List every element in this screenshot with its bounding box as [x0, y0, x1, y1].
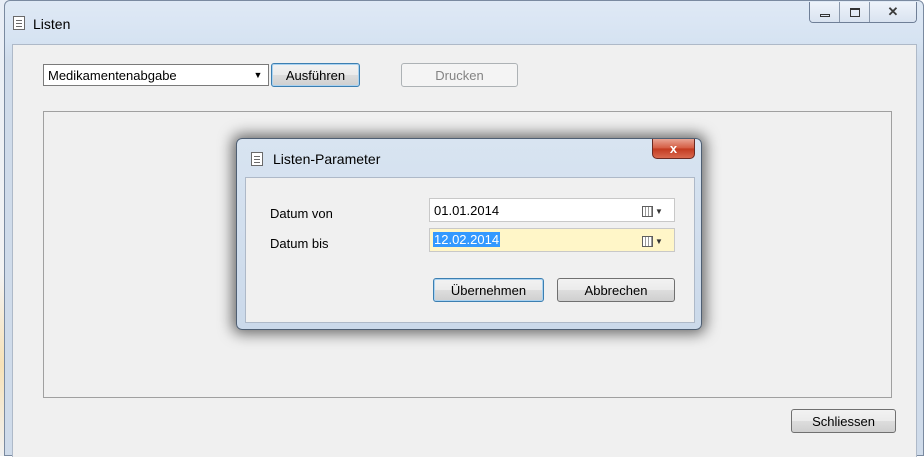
dialog-client-area: Datum von 01.01.2014 ▼ Datum bis 12.02.2…: [245, 177, 695, 323]
list-dialog-icon: [251, 152, 263, 166]
dropdown-arrow-icon: ▼: [655, 206, 663, 216]
close-button[interactable]: ✕: [870, 2, 916, 22]
dialog-title: Listen-Parameter: [273, 151, 381, 167]
maximize-icon: [849, 7, 860, 17]
close-icon: x: [669, 141, 678, 156]
cancel-button[interactable]: Abbrechen: [557, 278, 675, 302]
date-to-field[interactable]: 12.02.2014 ▼: [429, 228, 675, 252]
dialog-close-button[interactable]: x: [652, 139, 695, 159]
window-controls: ✕: [809, 2, 917, 23]
print-button[interactable]: Drucken: [401, 63, 518, 87]
window-title: Listen: [33, 16, 71, 32]
report-select[interactable]: Medikamentenabgabe ▼: [43, 64, 269, 86]
apply-button[interactable]: Übernehmen: [433, 278, 544, 302]
calendar-icon: [642, 235, 653, 247]
minimize-icon: [819, 13, 830, 17]
date-from-field[interactable]: 01.01.2014 ▼: [429, 198, 675, 222]
date-from-label: Datum von: [270, 206, 333, 221]
chevron-down-icon[interactable]: ▼: [251, 68, 265, 82]
date-to-label: Datum bis: [270, 236, 329, 251]
execute-button[interactable]: Ausführen: [271, 63, 360, 87]
date-to-value: 12.02.2014: [433, 232, 501, 247]
maximize-button[interactable]: [840, 2, 870, 22]
list-window-icon: [13, 16, 25, 30]
close-window-button[interactable]: Schliessen: [791, 409, 896, 433]
dropdown-arrow-icon: ▼: [655, 236, 663, 246]
report-select-value: Medikamentenabgabe: [48, 68, 177, 83]
date-from-picker[interactable]: ▼: [642, 204, 670, 218]
date-from-value: 01.01.2014: [434, 203, 500, 218]
title-bar[interactable]: Listen ✕: [5, 1, 923, 45]
minimize-button[interactable]: [810, 2, 840, 22]
calendar-icon: [642, 205, 653, 217]
date-to-picker[interactable]: ▼: [642, 234, 670, 248]
close-icon: ✕: [887, 4, 899, 19]
parameter-dialog: Listen-Parameter x Datum von 01.01.2014 …: [236, 138, 702, 330]
